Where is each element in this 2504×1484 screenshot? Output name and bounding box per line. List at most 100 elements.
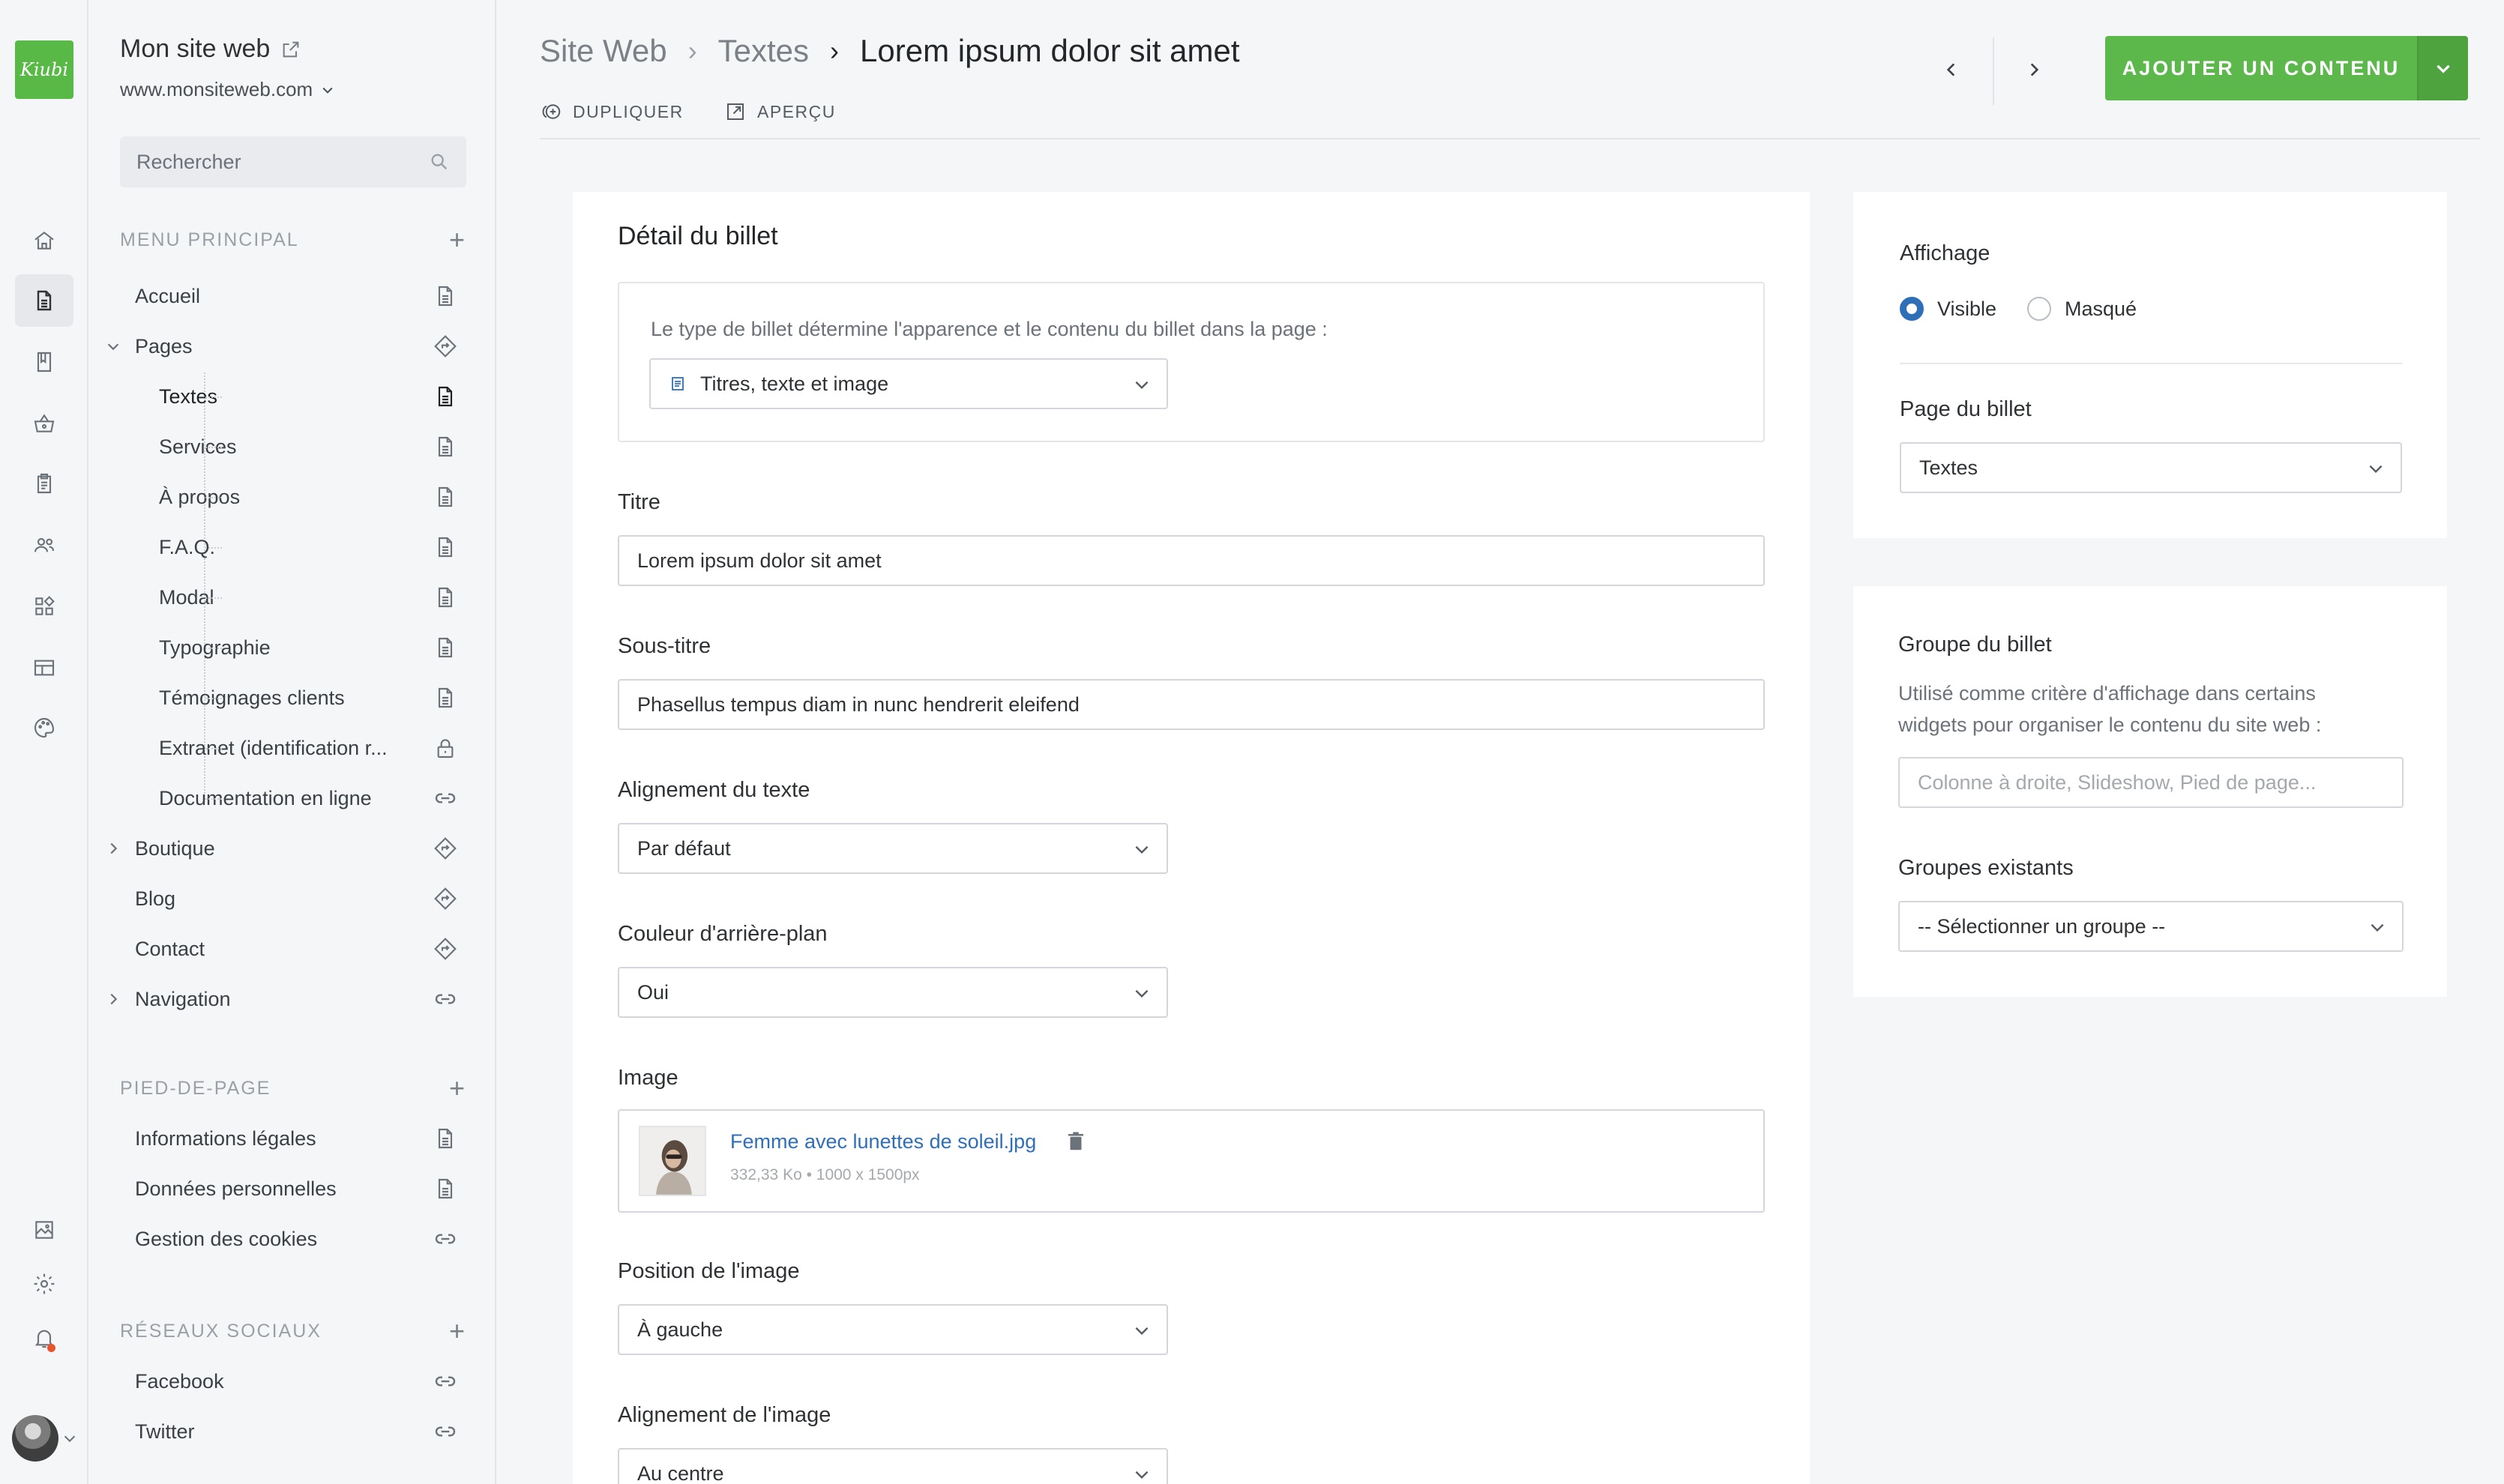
home-icon[interactable] (15, 214, 73, 267)
previous-button[interactable] (1922, 40, 1981, 99)
palette-icon[interactable] (15, 702, 73, 754)
sidebar-item-facebook[interactable]: Facebook (88, 1358, 495, 1405)
page-icon (433, 585, 457, 609)
sidebar-item-twitter[interactable]: Twitter (88, 1408, 495, 1455)
external-link-icon[interactable] (280, 39, 301, 60)
sidebar-item-services[interactable]: Services (88, 423, 495, 470)
chevron-right-icon: › (830, 35, 840, 66)
sidebar-item-a-propos[interactable]: À propos (88, 474, 495, 520)
sidebar-item-textes[interactable]: Textes (88, 373, 495, 420)
title-input[interactable]: Lorem ipsum dolor sit amet (618, 535, 1765, 586)
image-meta: 332,33 Ko • 1000 x 1500px (730, 1166, 920, 1183)
sidebar-item-label: Informations légales (135, 1126, 316, 1150)
chevron-down-icon[interactable] (61, 1430, 78, 1447)
chevron-down-icon[interactable] (105, 338, 121, 355)
trash-icon[interactable] (1065, 1130, 1087, 1153)
social-menu-header: RÉSEAUX SOCIAUX + (120, 1316, 466, 1346)
breadcrumb-textes[interactable]: Textes (718, 33, 809, 69)
visible-radio[interactable] (1900, 297, 1924, 321)
add-footer-item-icon[interactable]: + (449, 1075, 466, 1102)
sidebar-item-donnees-personnelles[interactable]: Données personnelles (88, 1165, 495, 1212)
book-icon[interactable] (15, 336, 73, 388)
image-icon[interactable] (15, 1204, 73, 1256)
sidebar-item-f-a-q[interactable]: F.A.Q. (88, 524, 495, 570)
sidebar-item-label: Facebook (135, 1369, 224, 1393)
bg-color-select[interactable]: Oui (618, 967, 1168, 1018)
users-icon[interactable] (15, 519, 73, 571)
hidden-radio[interactable] (2027, 297, 2051, 321)
text-align-select[interactable]: Par défaut (618, 823, 1168, 874)
clipboard-icon[interactable] (15, 457, 73, 510)
bell-icon[interactable] (15, 1312, 73, 1364)
image-field: Femme avec lunettes de soleil.jpg 332,33… (618, 1109, 1765, 1213)
page-select[interactable]: Textes (1900, 442, 2402, 493)
page-label: Page du billet (1900, 397, 2032, 421)
next-button[interactable] (2005, 40, 2063, 99)
page-icon (433, 485, 457, 509)
image-align-select[interactable]: Au centre (618, 1448, 1168, 1484)
link-icon (433, 1227, 457, 1251)
tree-branch (205, 497, 222, 498)
group-help: Utilisé comme critère d'affichage dans c… (1898, 682, 2322, 736)
page-icon (433, 686, 457, 710)
sidebar-item-blog[interactable]: Blog (88, 875, 495, 922)
link-icon (433, 987, 457, 1011)
basket-icon[interactable] (15, 397, 73, 450)
text-align-label: Alignement du texte (618, 778, 810, 802)
image-thumbnail[interactable] (639, 1126, 706, 1196)
hidden-option[interactable]: Masqué (2027, 297, 2137, 321)
avatar[interactable] (12, 1415, 58, 1462)
image-position-label: Position de l'image (618, 1259, 800, 1283)
subtitle-input[interactable]: Phasellus tempus diam in nunc hendrerit … (618, 679, 1765, 730)
link-icon (433, 786, 457, 810)
sidebar-item-modal[interactable]: Modal (88, 574, 495, 621)
add-social-item-icon[interactable]: + (449, 1318, 466, 1345)
document-icon[interactable] (15, 274, 73, 327)
layout-icon[interactable] (15, 642, 73, 694)
group-title: Groupe du billet (1898, 633, 2052, 657)
sidebar-item-contact[interactable]: Contact (88, 926, 495, 972)
add-menu-item-icon[interactable]: + (449, 226, 466, 253)
sidebar-item-temoignages-clients[interactable]: Témoignages clients (88, 675, 495, 721)
image-position-select[interactable]: À gauche (618, 1304, 1168, 1355)
display-title: Affichage (1900, 241, 1990, 265)
sidebar-item-boutique[interactable]: Boutique (88, 825, 495, 872)
sidebar-item-informations-legales[interactable]: Informations légales (88, 1115, 495, 1162)
hidden-label: Masqué (2065, 297, 2137, 320)
preview-button[interactable]: APERÇU (724, 100, 836, 123)
sidebar-item-gestion-des-cookies[interactable]: Gestion des cookies (88, 1216, 495, 1262)
group-input[interactable]: Colonne à droite, Slideshow, Pied de pag… (1898, 757, 2404, 808)
site-name[interactable]: Mon site web (120, 34, 301, 64)
widgets-icon[interactable] (15, 580, 73, 633)
sidebar-item-label: Données personnelles (135, 1177, 337, 1200)
sidebar-item-navigation[interactable]: Navigation (88, 976, 495, 1022)
sidebar-item-documentation-en-ligne[interactable]: Documentation en ligne (88, 775, 495, 821)
site-url-selector[interactable]: www.monsiteweb.com (120, 78, 335, 101)
page-icon (433, 384, 457, 408)
search-input[interactable] (136, 150, 429, 174)
sidebar-item-accueil[interactable]: Accueil (88, 273, 495, 319)
visible-option[interactable]: Visible (1900, 297, 1996, 321)
sidebar-item-label: À propos (159, 485, 241, 508)
display-divider (1900, 363, 2402, 364)
external-link-icon (727, 103, 744, 120)
page-title: Lorem ipsum dolor sit amet (860, 33, 1240, 68)
duplicate-button[interactable]: DUPLIQUER (540, 100, 684, 123)
existing-groups-select[interactable]: -- Sélectionner un groupe -- (1898, 901, 2404, 952)
gear-icon[interactable] (15, 1258, 73, 1310)
sidebar-item-pages[interactable]: Pages (88, 323, 495, 370)
subtitle-label: Sous-titre (618, 634, 711, 658)
image-file-link[interactable]: Femme avec lunettes de soleil.jpg (730, 1130, 1036, 1153)
kiubi-logo[interactable]: Kiubi (15, 40, 73, 99)
chevron-right-icon[interactable] (105, 840, 121, 857)
sidebar-item-extranet-identification-r[interactable]: Extranet (identification r... (88, 725, 495, 771)
add-content-button[interactable]: AJOUTER UN CONTENU (2105, 36, 2417, 100)
sidebar-item-typographie[interactable]: Typographie (88, 624, 495, 671)
breadcrumb-site-web[interactable]: Site Web (540, 33, 667, 69)
type-select[interactable]: Titres, texte et image (649, 358, 1168, 409)
chevron-right-icon[interactable] (105, 991, 121, 1007)
main-menu-header: MENU PRINCIPAL + (120, 225, 466, 255)
search-icon[interactable] (429, 151, 450, 172)
add-content-dropdown[interactable] (2417, 36, 2468, 100)
preview-label: APERÇU (757, 101, 836, 121)
